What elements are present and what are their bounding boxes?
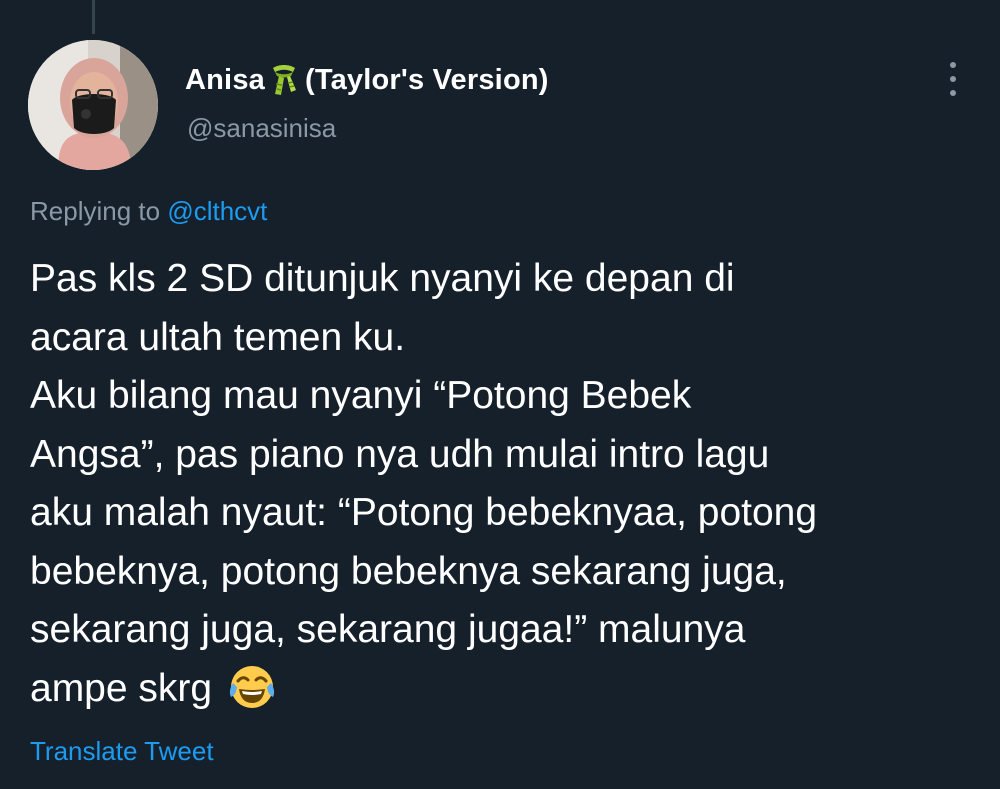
scarf-icon	[265, 62, 303, 98]
tweet-text: Pas kls 2 SD ditunjuk nyanyi ke depan di…	[30, 250, 985, 718]
more-options-icon[interactable]	[938, 60, 968, 98]
avatar[interactable]	[28, 40, 158, 170]
thread-connector-line	[92, 0, 95, 34]
avatar-image	[28, 40, 158, 170]
tweet-body: Pas kls 2 SD ditunjuk nyanyi ke depan di…	[30, 257, 818, 710]
display-name-part1: Anisa	[185, 63, 265, 96]
more-dot	[950, 90, 956, 96]
reply-mention-link[interactable]: @clthcvt	[167, 196, 267, 226]
author-name[interactable]: Anisa (Taylor's Version)	[185, 62, 549, 98]
replying-to-prefix: Replying to	[30, 196, 168, 226]
face-with-tears-of-joy-icon	[227, 661, 277, 711]
replying-to: Replying to @clthcvt	[30, 196, 267, 227]
translate-tweet-link[interactable]: Translate Tweet	[30, 736, 214, 767]
more-dot	[950, 76, 956, 82]
display-name-part2: (Taylor's Version)	[304, 63, 549, 96]
author-handle[interactable]: @sanasinisa	[187, 113, 336, 144]
more-dot	[950, 62, 956, 68]
